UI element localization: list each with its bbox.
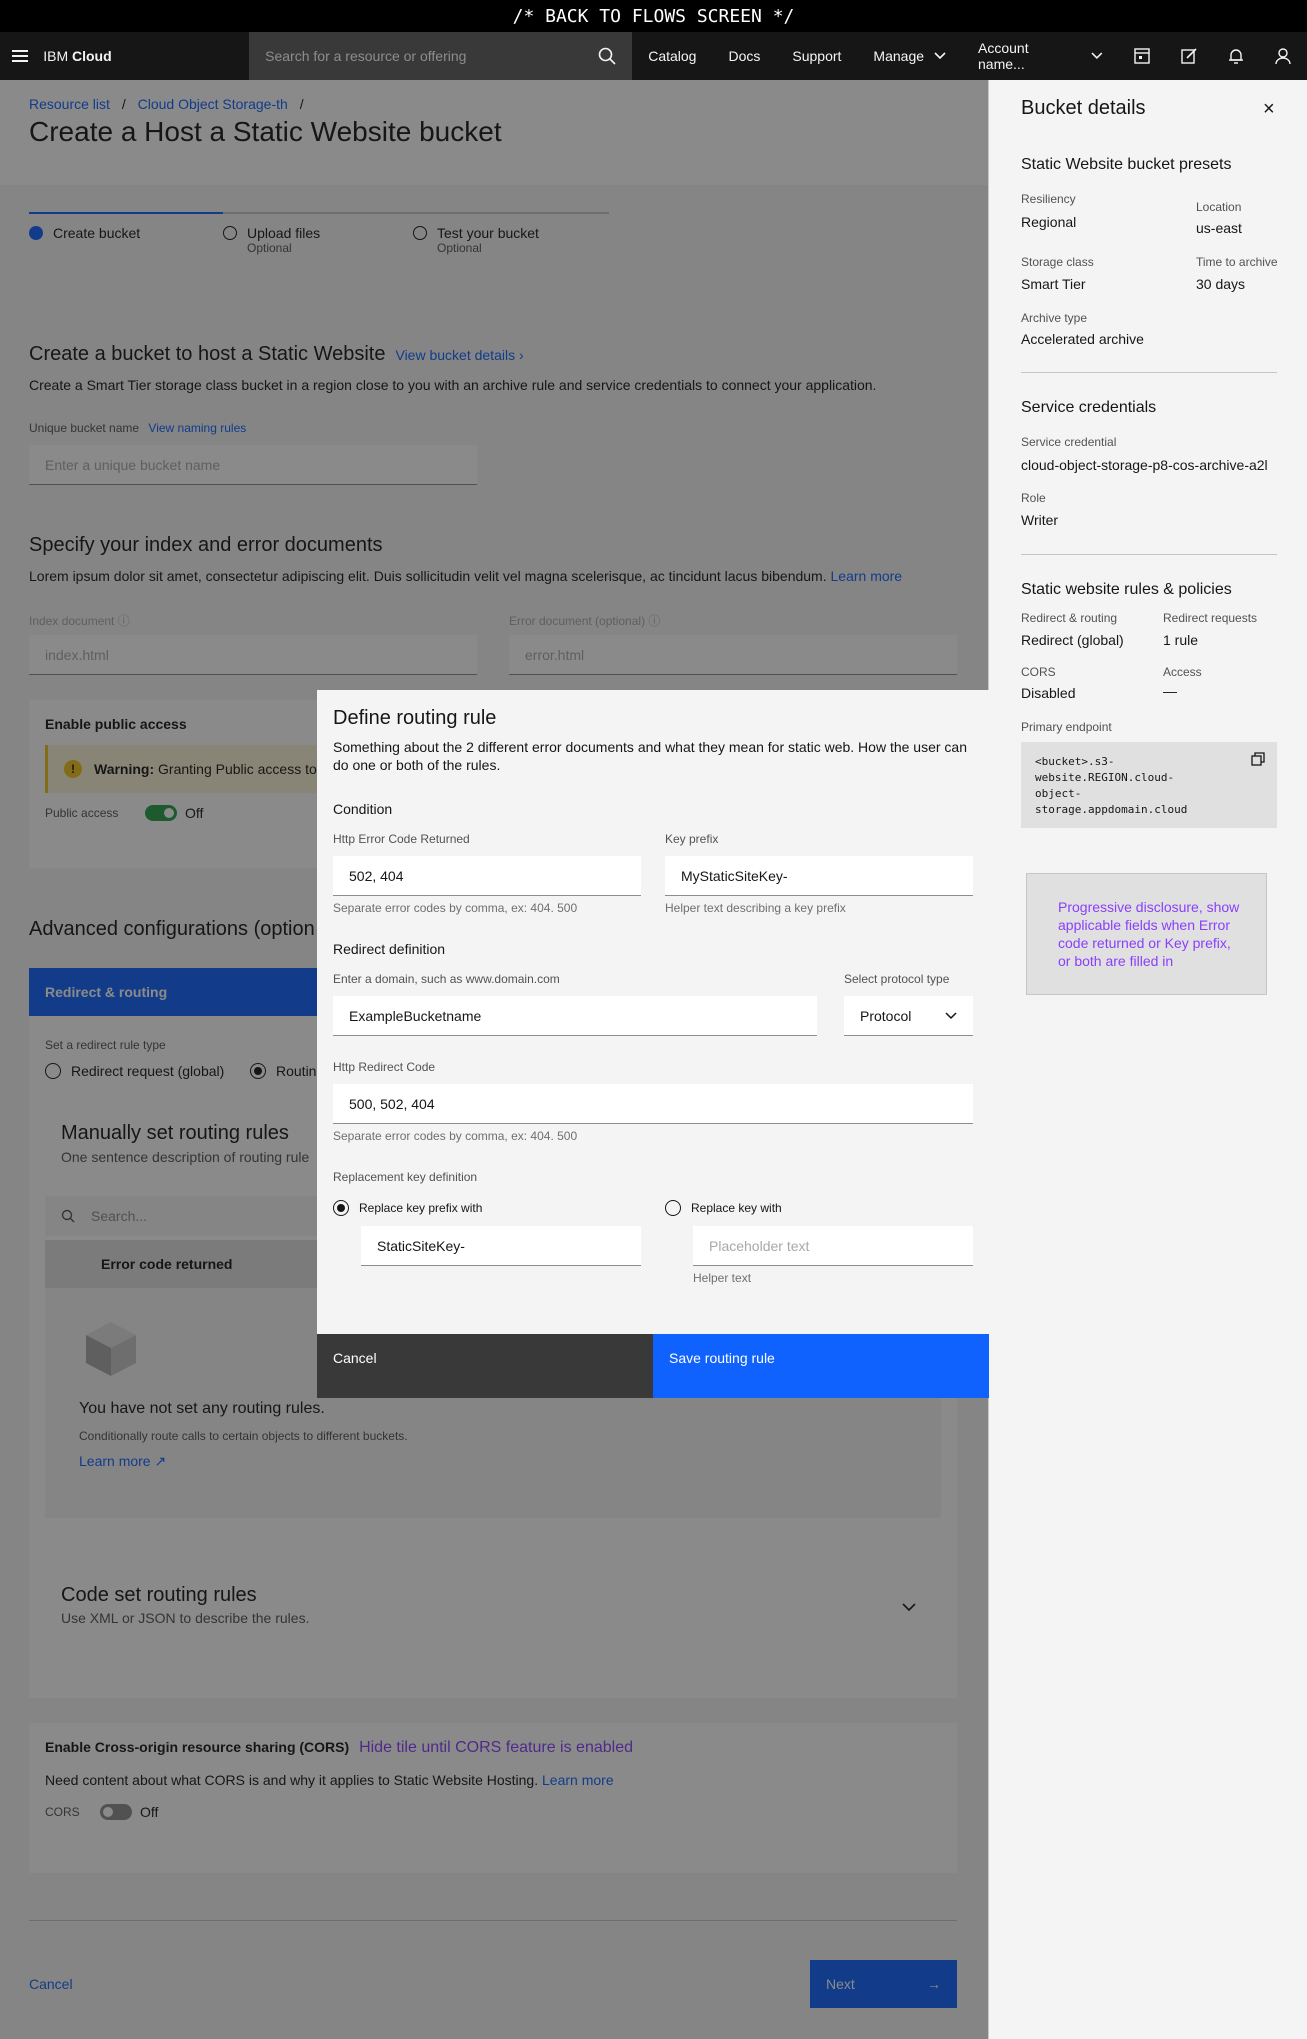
- storage-class-value: Smart Tier: [1021, 276, 1086, 292]
- endpoint-line: storage.appdomain.cloud: [1035, 803, 1188, 816]
- top-header: IBM Cloud Search for a resource or offer…: [0, 32, 1307, 80]
- key-prefix-helper: Helper text describing a key prefix: [665, 901, 846, 915]
- requests-value: 1 rule: [1163, 632, 1199, 648]
- cost-estimator-icon[interactable]: [1119, 32, 1166, 80]
- modal-cancel-button[interactable]: Cancel: [317, 1334, 653, 1398]
- routing-value: Redirect (global): [1021, 632, 1124, 648]
- protocol-label: Select protocol type: [844, 972, 950, 986]
- edit-icon[interactable]: [1166, 32, 1213, 80]
- endpoint-code-snippet: <bucket>.s3- website.REGION.cloud- objec…: [1021, 742, 1277, 828]
- notification-icon[interactable]: [1213, 32, 1260, 80]
- redirect-code-input[interactable]: 500, 502, 404: [333, 1084, 973, 1124]
- chevron-down-icon: [934, 52, 946, 60]
- endpoint-line: object-: [1035, 787, 1082, 800]
- role-key: Role: [1021, 491, 1046, 505]
- archive-time-value: 30 days: [1196, 276, 1246, 292]
- replace-prefix-label: Replace key prefix with: [359, 1201, 483, 1215]
- nav-docs[interactable]: Docs: [712, 32, 776, 80]
- archive-time-key: Time to archive: [1196, 255, 1278, 269]
- archive-type-value: Accelerated archive: [1021, 331, 1144, 347]
- panel-divider: [1021, 554, 1277, 555]
- presets-title: Static Website bucket presets: [1021, 156, 1232, 173]
- brand-name: Cloud: [72, 48, 112, 64]
- credential-key: Service credential: [1021, 435, 1117, 449]
- nav-manage[interactable]: Manage: [857, 32, 962, 80]
- routing-key: Redirect & routing: [1021, 611, 1118, 625]
- resiliency-value: Regional: [1021, 214, 1077, 230]
- replacement-label: Replacement key definition: [333, 1170, 478, 1184]
- routing-rule-modal: Define routing rule Something about the …: [317, 690, 989, 1398]
- access-value: —: [1163, 683, 1177, 699]
- replace-key-input[interactable]: Placeholder text: [693, 1226, 973, 1266]
- resiliency-key: Resiliency: [1021, 192, 1076, 206]
- modal-title: Define routing rule: [333, 707, 497, 729]
- replace-key-radio[interactable]: Replace key with: [665, 1200, 782, 1216]
- location-key: Location: [1196, 200, 1242, 214]
- key-prefix-input[interactable]: MyStaticSiteKey-: [665, 856, 973, 896]
- protocol-value: Protocol: [860, 1007, 912, 1024]
- redirect-code-helper: Separate error codes by comma, ex: 404. …: [333, 1129, 578, 1143]
- copy-icon[interactable]: [1251, 752, 1265, 766]
- domain-input[interactable]: ExampleBucketname: [333, 996, 817, 1036]
- nav-catalog[interactable]: Catalog: [632, 32, 712, 80]
- error-code-input[interactable]: 502, 404: [333, 856, 641, 896]
- replace-key-helper: Helper text: [693, 1271, 752, 1285]
- location-value: us-east: [1196, 220, 1242, 236]
- replace-prefix-radio[interactable]: Replace key prefix with: [333, 1200, 482, 1216]
- chevron-down-icon: [1091, 52, 1103, 60]
- cors-value: Disabled: [1021, 685, 1076, 701]
- search-placeholder: Search for a resource or offering: [265, 48, 467, 64]
- account-name: Account name...: [978, 40, 1029, 72]
- rules-title: Static website rules & policies: [1021, 581, 1232, 598]
- protocol-select[interactable]: Protocol: [844, 996, 973, 1036]
- back-to-flows-banner[interactable]: /* BACK TO FLOWS SCREEN */: [0, 0, 1307, 32]
- error-code-label: Http Error Code Returned: [333, 832, 470, 846]
- redirect-definition-heading: Redirect definition: [333, 941, 446, 957]
- credentials-title: Service credentials: [1021, 399, 1157, 416]
- role-value: Writer: [1021, 512, 1059, 528]
- endpoint-key: Primary endpoint: [1021, 720, 1112, 734]
- save-routing-rule-button[interactable]: Save routing rule: [653, 1334, 989, 1398]
- chevron-down-icon: [945, 1011, 957, 1019]
- nav-support[interactable]: Support: [776, 32, 857, 80]
- brand[interactable]: IBM Cloud: [43, 48, 249, 64]
- close-icon[interactable]: ×: [1263, 98, 1275, 121]
- cors-key: CORS: [1021, 665, 1056, 679]
- designer-annotation-note: Progressive disclosure, show applicable …: [1026, 873, 1267, 995]
- user-icon[interactable]: [1260, 32, 1307, 80]
- radio-icon: [665, 1200, 681, 1216]
- brand-prefix: IBM: [43, 48, 69, 64]
- nav-manage-label: Manage: [873, 48, 925, 64]
- condition-heading: Condition: [333, 801, 393, 817]
- access-key: Access: [1163, 665, 1202, 679]
- panel-title: Bucket details: [1021, 97, 1146, 119]
- archive-type-key: Archive type: [1021, 311, 1088, 325]
- bucket-details-panel: Bucket details × Static Website bucket p…: [988, 80, 1307, 2039]
- replace-prefix-input[interactable]: StaticSiteKey-: [361, 1226, 641, 1266]
- credential-value: cloud-object-storage-p8-cos-archive-a2l: [1021, 457, 1268, 473]
- requests-key: Redirect requests: [1163, 611, 1258, 625]
- search-icon[interactable]: [598, 47, 616, 65]
- radio-selected-icon: [333, 1200, 349, 1216]
- panel-divider: [1021, 372, 1277, 373]
- account-switcher[interactable]: Account name...: [962, 32, 1119, 80]
- header-search[interactable]: Search for a resource or offering: [249, 32, 633, 80]
- replace-key-label: Replace key with: [691, 1201, 782, 1215]
- modal-desc: Something about the 2 different error do…: [333, 739, 967, 773]
- redirect-code-label: Http Redirect Code: [333, 1060, 436, 1074]
- endpoint-line: <bucket>.s3-: [1035, 755, 1115, 768]
- storage-class-key: Storage class: [1021, 255, 1094, 269]
- key-prefix-label: Key prefix: [665, 832, 719, 846]
- endpoint-line: website.REGION.cloud-: [1035, 771, 1175, 784]
- menu-icon[interactable]: [0, 32, 39, 80]
- domain-label: Enter a domain, such as www.domain.com: [333, 972, 560, 986]
- error-code-helper: Separate error codes by comma, ex: 404. …: [333, 901, 578, 915]
